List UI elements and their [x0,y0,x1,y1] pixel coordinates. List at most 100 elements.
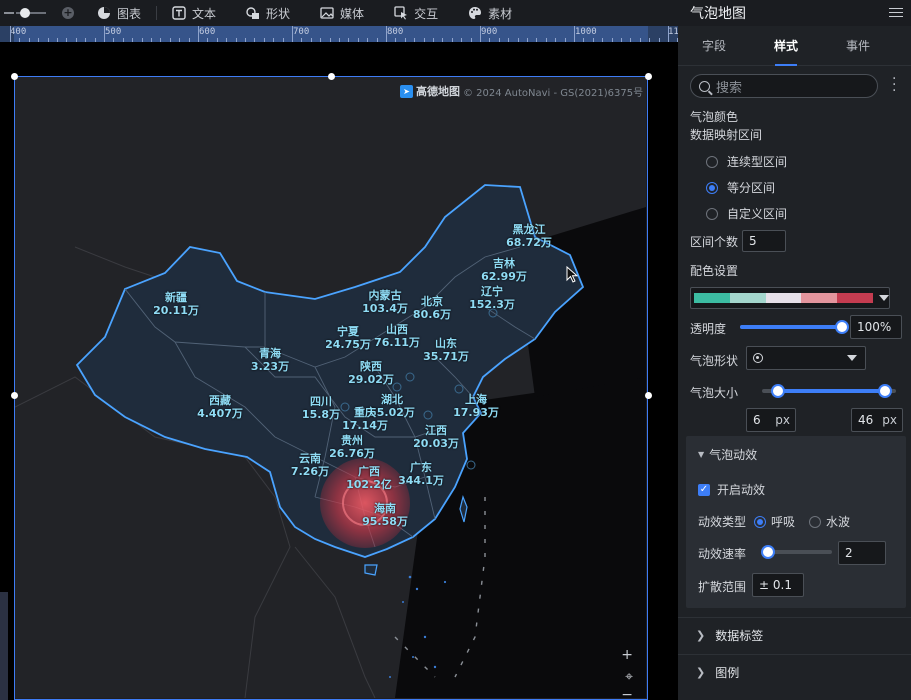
opacity-slider-knob[interactable] [835,320,849,334]
zoom-out-icon[interactable] [4,12,14,14]
resize-handle[interactable] [328,73,335,80]
province-label[interactable]: 四川 15.8万 [302,395,340,421]
ruler-label: 11 [668,27,678,37]
enable-animation-checkbox[interactable]: ✓ 开启动效 [698,481,765,498]
province-label[interactable]: 青海 3.23万 [251,347,289,373]
radio-breathe[interactable] [754,515,767,528]
toolbar-interaction-button[interactable]: 交互 [379,0,453,26]
radio-button[interactable] [706,207,718,220]
province-label[interactable]: 陕西 29.02万 [348,360,394,386]
province-label[interactable]: 重庆 17.14万 [342,406,388,432]
size-unit: px [882,413,897,427]
province-label[interactable]: 吉林 62.99万 [481,257,527,283]
province-label[interactable]: 海南 95.58万 [362,502,408,528]
speed-slider-knob[interactable] [761,545,775,559]
color-palette-select[interactable] [690,287,890,309]
ruler-label: 1000 [575,27,597,37]
map-zoom-out-icon[interactable]: − [621,687,633,700]
radio-equal[interactable]: 等分区间 [706,179,775,196]
province-label[interactable]: 西藏 4.407万 [197,394,243,420]
province-label[interactable]: 黑龙江 68.72万 [506,223,552,249]
province-label[interactable]: 辽宁 152.3万 [469,285,515,311]
data-labels-section[interactable]: ❯ 数据标签 [678,617,911,653]
province-label[interactable]: 广东 344.1万 [398,461,444,487]
mapping-range-label: 数据映射区间 [690,128,763,142]
province-label[interactable]: 贵州 26.76万 [329,434,375,460]
province-label[interactable]: 山东 35.71万 [423,337,469,363]
size-slider-min-knob[interactable] [771,384,786,398]
zoom-in-icon[interactable]: + [62,7,74,19]
zoom-slider[interactable]: + [0,7,82,19]
animation-speed-slider[interactable] [761,545,832,559]
bubble-map-widget[interactable]: ➤ 高德地图 © 2024 AutoNavi - GS(2021)6375号 黑… [14,76,648,700]
enable-animation-label: 开启动效 [717,483,766,497]
province-name: 广东 [409,461,432,474]
map-locate-icon[interactable]: ⌖ [625,669,633,685]
search-input[interactable]: 搜索 [690,74,878,98]
bubble-marker[interactable] [423,410,433,420]
toolbar-chart-button[interactable]: 图表 [82,0,156,26]
tab-style[interactable]: 样式 [750,26,822,66]
radio-custom[interactable]: 自定义区间 [706,205,787,222]
bubble-marker[interactable] [466,460,476,470]
toolbar-shape-button[interactable]: 形状 [231,0,305,26]
province-label[interactable]: 宁夏 24.75万 [325,325,371,351]
province-label[interactable]: 山西 76.11万 [374,323,420,349]
province-label[interactable]: 云南 7.26万 [291,452,329,478]
toolbar-media-button[interactable]: 媒体 [305,0,379,26]
search-row: 搜索 · · · [678,66,911,106]
radio-ripple[interactable] [809,515,822,528]
radio-button[interactable] [706,181,718,194]
province-name: 江西 [424,424,447,437]
canvas-scrollbar[interactable] [0,592,8,700]
size-min-input[interactable]: 6 px [746,408,796,432]
province-label[interactable]: 北京 80.6万 [413,295,451,321]
size-slider-max-knob[interactable] [878,384,893,398]
checkmark-icon[interactable]: ✓ [698,483,710,496]
opacity-label: 透明度 [690,322,727,336]
radio-button[interactable] [706,155,718,168]
province-value: 24.75万 [325,338,371,351]
province-label[interactable]: 内蒙古 103.4万 [362,289,408,315]
toolbar-text-button[interactable]: 文本 [157,0,231,26]
spread-range-input[interactable]: ± 0.1 [752,573,804,597]
province-value: 80.6万 [412,308,452,321]
province-name: 广西 [357,465,380,478]
editor-canvas[interactable]: ➤ 高德地图 © 2024 AutoNavi - GS(2021)6375号 黑… [0,42,678,700]
tab-fields[interactable]: 字段 [678,26,750,65]
panel-title: 气泡地图 [690,6,746,22]
resize-handle[interactable] [11,73,18,80]
bubble-shape-select[interactable] [746,346,866,370]
map-zoom-in-icon[interactable]: + [621,647,633,663]
size-max-input[interactable]: 46 px [851,408,903,432]
resize-handle[interactable] [645,392,652,399]
opacity-input[interactable]: 100% [850,315,902,339]
bubble-marker[interactable] [405,372,415,382]
panel-collapse-icon[interactable] [889,5,903,19]
province-label[interactable]: 江西 20.03万 [413,424,459,450]
more-options-icon[interactable]: · · · [892,72,896,98]
opacity-slider[interactable] [740,320,849,334]
province-label[interactable]: 广西 102.2亿 [346,465,392,491]
province-name: 新疆 [164,291,187,304]
province-name: 上海 [464,393,487,406]
animation-section-header[interactable]: ▼ 气泡动效 [698,446,757,463]
zoom-knob[interactable] [20,8,30,18]
province-name: 贵州 [340,434,363,447]
toolbar-chart-label: 图表 [117,6,142,21]
interval-count-input[interactable]: 5 [742,230,787,252]
legend-section[interactable]: ❯ 图例 [678,654,911,690]
resize-handle[interactable] [11,392,18,399]
province-value: 20.03万 [413,437,459,450]
panel-header: 气泡地图 [678,0,911,26]
province-label[interactable]: 上海 17.93万 [453,393,499,419]
palette-swatch [837,293,873,303]
resize-handle[interactable] [645,73,652,80]
province-value: 68.72万 [506,236,552,249]
animation-speed-input[interactable]: 2 [838,541,886,565]
toolbar-assets-button[interactable]: 素材 [453,0,527,26]
bubble-size-slider[interactable] [762,384,896,398]
tab-events[interactable]: 事件 [822,26,894,65]
radio-continuous[interactable]: 连续型区间 [706,153,787,170]
province-label[interactable]: 新疆 20.11万 [153,291,199,317]
